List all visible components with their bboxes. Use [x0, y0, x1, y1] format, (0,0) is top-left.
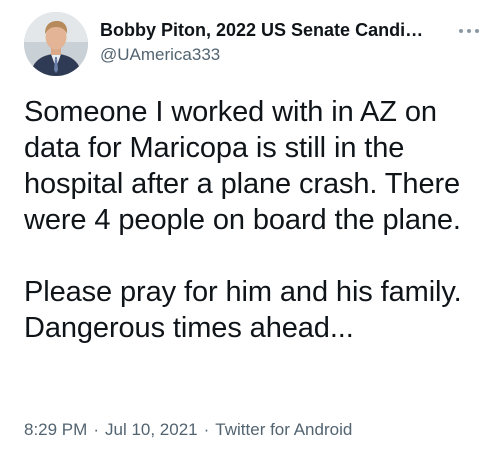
separator-dot: ·	[93, 420, 99, 439]
separator-dot: ·	[203, 420, 210, 439]
author-display-name[interactable]: Bobby Piton, 2022 US Senate Candi…	[100, 19, 440, 41]
tweet-card: Bobby Piton, 2022 US Senate Candi… @UAme…	[0, 0, 500, 468]
tweet-metadata: 8:29 PM · Jul 10, 2021 · Twitter for Android	[24, 419, 352, 441]
author-info: Bobby Piton, 2022 US Senate Candi… @UAme…	[100, 19, 440, 66]
tweet-source[interactable]: Twitter for Android	[215, 420, 352, 439]
tweet-time[interactable]: 8:29 PM	[24, 420, 87, 439]
tweet-text: Someone I worked with in AZ on data for …	[24, 96, 462, 344]
more-dot	[467, 29, 471, 33]
avatar-image	[24, 12, 88, 76]
tweet-header: Bobby Piton, 2022 US Senate Candi… @UAme…	[16, 8, 484, 80]
avatar[interactable]	[24, 12, 88, 76]
tweet-date[interactable]: Jul 10, 2021	[105, 420, 198, 439]
more-dot	[475, 29, 479, 33]
more-dot	[459, 29, 463, 33]
more-options-icon[interactable]	[454, 20, 484, 42]
author-handle[interactable]: @UAmerica333	[100, 44, 440, 66]
